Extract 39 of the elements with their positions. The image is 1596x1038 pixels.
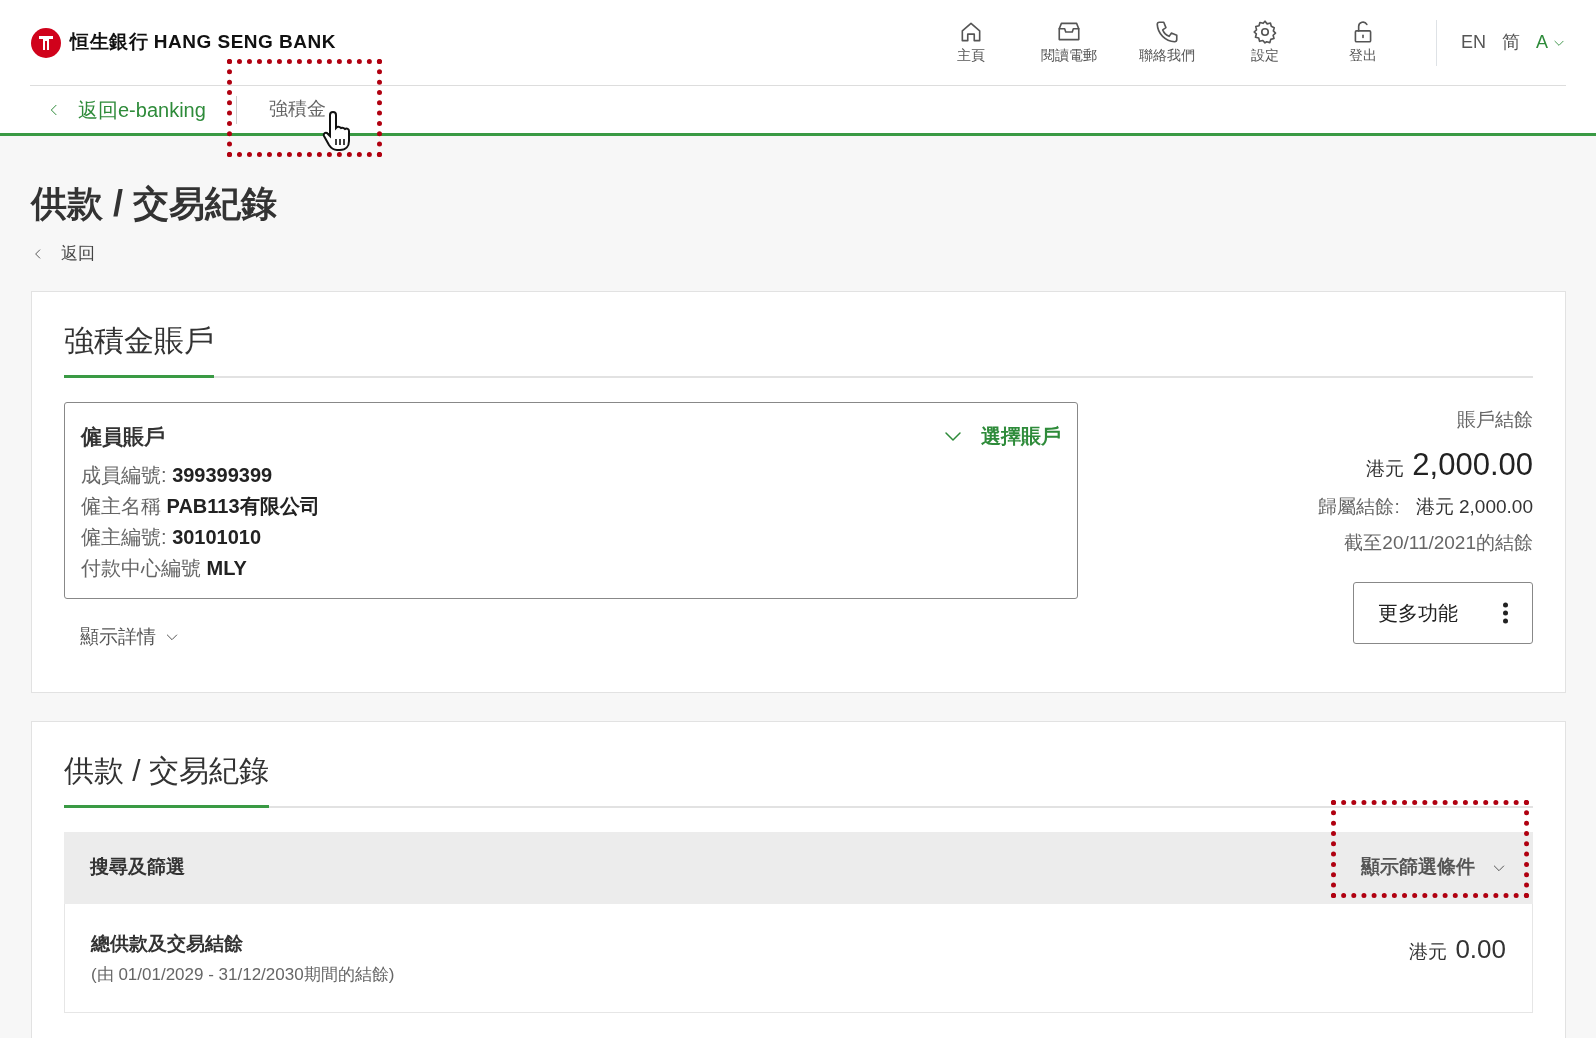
balance-amount: 2,000.00 — [1412, 446, 1533, 485]
show-details-toggle[interactable]: 顯示詳情 — [80, 623, 180, 652]
vertical-dots-icon — [1503, 601, 1508, 624]
currency-label: 港元 — [1409, 939, 1448, 964]
balance-label: 賬戶結餘 — [1457, 407, 1533, 432]
nav-link[interactable]: 閱讀電郵 — [1019, 19, 1118, 66]
account-detail: 僱主編號: 30101010 — [81, 525, 263, 551]
back-link[interactable]: 返回e-banking — [46, 94, 206, 125]
vested-balance-label: 歸屬結餘: — [1318, 494, 1400, 519]
account-type: 僱員賬戶 — [81, 423, 165, 450]
section-tab[interactable]: 供款 / 交易紀錄 — [64, 747, 269, 808]
filter-title: 搜尋及篩選 — [90, 855, 185, 880]
font-size-menu[interactable]: A — [1536, 29, 1566, 56]
select-account-link[interactable]: 選擇賬戶 — [941, 421, 1061, 452]
nav-link[interactable]: 登出 — [1313, 19, 1412, 66]
total-balance-label: 總供款及交易結餘 — [91, 931, 244, 956]
language-link[interactable]: EN — [1460, 29, 1486, 56]
bank-logo-icon — [30, 26, 62, 59]
language-link[interactable]: 简 — [1502, 29, 1520, 56]
vested-balance-value: 港元 2,000.00 — [1415, 494, 1533, 519]
nav-link[interactable]: 聯絡我們 — [1117, 19, 1216, 66]
settings-icon — [1251, 19, 1278, 45]
bank-name: 恒生銀行 HANG SENG BANK — [70, 30, 336, 55]
back-link[interactable]: 返回 — [31, 241, 95, 267]
nav-link[interactable]: 設定 — [1215, 19, 1314, 66]
section-tab[interactable]: 強積金賬戶 — [64, 317, 214, 378]
balance-date: 截至20/11/2021的結餘 — [1344, 531, 1533, 556]
phone-icon — [1153, 19, 1180, 45]
account-detail: 僱主名稱 PAB113有限公司 — [81, 494, 321, 520]
show-filters-toggle[interactable]: 顯示篩選條件 — [1361, 853, 1507, 882]
page-title: 供款 / 交易紀錄 — [31, 182, 278, 226]
tab[interactable]: 強積金 — [268, 98, 326, 120]
total-amount: 0.00 — [1455, 932, 1506, 966]
account-detail: 付款中心編號 MLY — [81, 556, 248, 582]
period-note: (由 01/01/2029 - 31/12/2030期間的結餘) — [91, 964, 395, 987]
more-functions-button[interactable]: 更多功能 — [1353, 581, 1533, 644]
currency-label: 港元 — [1366, 457, 1405, 482]
account-detail: 成員編號: 399399399 — [81, 463, 274, 489]
nav-link[interactable]: 主頁 — [921, 19, 1020, 66]
